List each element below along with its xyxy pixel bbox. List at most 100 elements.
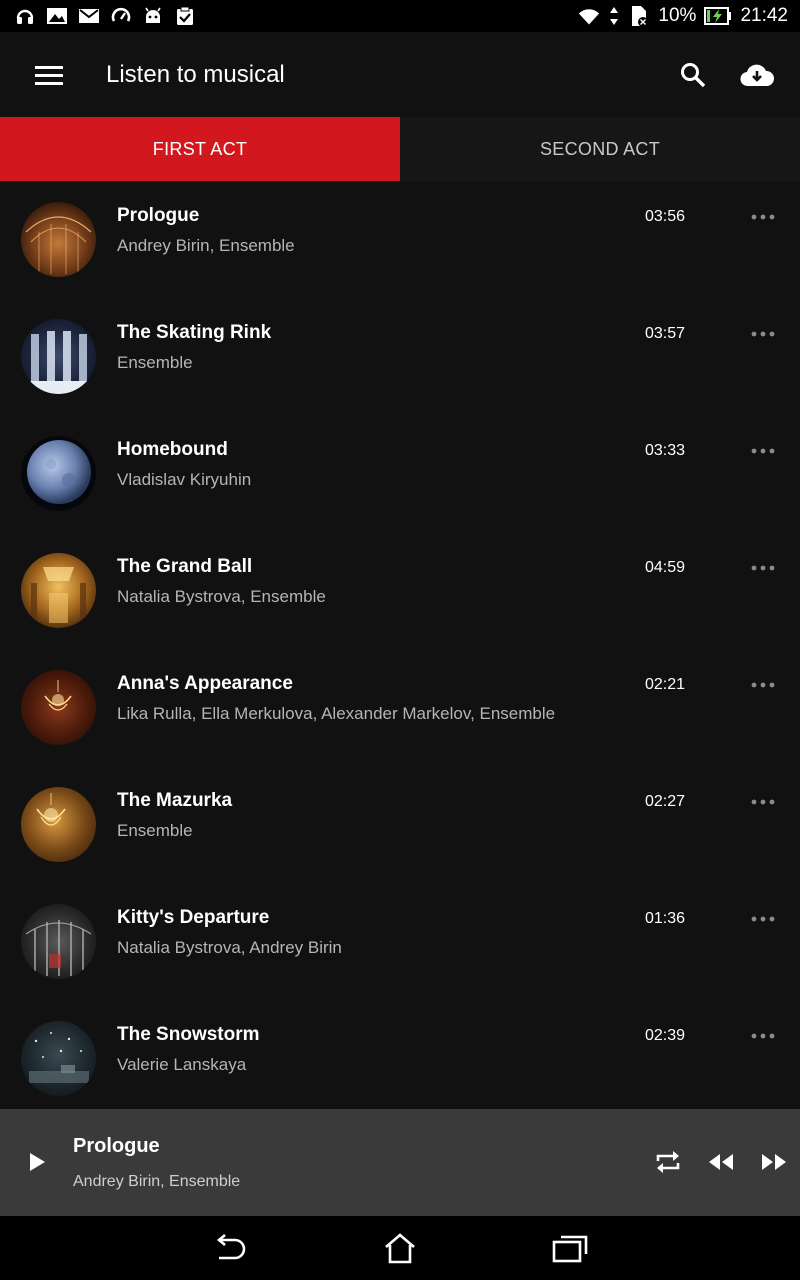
track-artist: Lika Rulla, Ella Merkulova, Alexander Ma…: [117, 704, 556, 723]
data-arrows-icon: [608, 5, 620, 27]
album-art: [21, 670, 96, 745]
more-horizontal-icon: [751, 214, 775, 220]
repeat-button[interactable]: [652, 1147, 684, 1177]
track-artist: Andrey Birin, Ensemble: [117, 236, 295, 255]
album-art: [21, 319, 96, 394]
track-duration: 03:57: [645, 325, 686, 342]
more-horizontal-icon: [751, 682, 775, 688]
page-title: Listen to musical: [106, 61, 285, 88]
sim-off-icon: [628, 5, 650, 27]
notification-icons: [0, 5, 196, 27]
track-row[interactable]: The Skating Rink Ensemble 03:57: [0, 298, 800, 415]
download-button[interactable]: [736, 56, 778, 94]
recent-apps-button[interactable]: [548, 1228, 592, 1268]
track-row[interactable]: Prologue Andrey Birin, Ensemble 03:56: [0, 181, 800, 298]
home-icon: [385, 1233, 415, 1264]
fast-forward-icon: [762, 1154, 786, 1170]
rewind-button[interactable]: [705, 1147, 737, 1177]
back-button[interactable]: [208, 1228, 252, 1268]
track-duration: 02:39: [645, 1027, 686, 1044]
track-title: The Snowstorm: [117, 1024, 260, 1045]
more-horizontal-icon: [751, 799, 775, 805]
play-icon: [30, 1153, 45, 1171]
track-title: The Skating Rink: [117, 322, 272, 343]
image-icon: [46, 5, 68, 27]
more-options-button[interactable]: [748, 1028, 778, 1044]
track-duration: 01:36: [645, 910, 686, 927]
more-horizontal-icon: [751, 916, 775, 922]
fast-forward-button[interactable]: [758, 1147, 790, 1177]
now-playing-artist: Andrey Birin, Ensemble: [73, 1173, 241, 1190]
track-row[interactable]: Kitty's Departure Natalia Bystrova, Andr…: [0, 883, 800, 1000]
more-horizontal-icon: [751, 448, 775, 454]
menu-button[interactable]: [30, 58, 68, 92]
more-horizontal-icon: [751, 331, 775, 337]
system-nav-bar: [0, 1216, 800, 1280]
track-row[interactable]: Homebound Vladislav Kiryuhin 03:33: [0, 415, 800, 532]
track-duration: 03:56: [645, 208, 686, 225]
cloud-download-icon: [740, 64, 774, 87]
album-art: [21, 553, 96, 628]
more-options-button[interactable]: [748, 209, 778, 225]
track-row[interactable]: Anna's Appearance Lika Rulla, Ella Merku…: [0, 649, 800, 766]
more-options-button[interactable]: [748, 443, 778, 459]
more-horizontal-icon: [751, 1033, 775, 1039]
track-list: Prologue Andrey Birin, Ensemble 03:56 Th…: [0, 181, 800, 1109]
search-icon: [681, 63, 706, 88]
wifi-icon: [578, 5, 600, 27]
track-row[interactable]: The Grand Ball Natalia Bystrova, Ensembl…: [0, 532, 800, 649]
battery-charging-icon: [704, 5, 732, 27]
more-horizontal-icon: [751, 565, 775, 571]
track-duration: 02:27: [645, 793, 686, 810]
battery-percent: 10%: [658, 5, 697, 26]
clock: 21:42: [740, 5, 788, 26]
track-title: Homebound: [117, 439, 228, 460]
headset-icon: [14, 5, 36, 27]
track-title: Anna's Appearance: [117, 673, 293, 694]
more-options-button[interactable]: [748, 326, 778, 342]
track-artist: Valerie Lanskaya: [117, 1055, 247, 1074]
track-artist: Natalia Bystrova, Andrey Birin: [117, 938, 342, 957]
track-title: Kitty's Departure: [117, 907, 270, 928]
album-art: [21, 787, 96, 862]
home-button[interactable]: [378, 1228, 422, 1268]
track-duration: 04:59: [645, 559, 686, 576]
speed-icon: [110, 5, 132, 27]
more-options-button[interactable]: [748, 677, 778, 693]
more-options-button[interactable]: [748, 560, 778, 576]
track-artist: Vladislav Kiryuhin: [117, 470, 252, 489]
clipboard-check-icon: [174, 5, 196, 27]
tab-second-act[interactable]: SECOND ACT: [400, 117, 800, 181]
track-row[interactable]: The Mazurka Ensemble 02:27: [0, 766, 800, 883]
more-options-button[interactable]: [748, 794, 778, 810]
back-icon: [216, 1234, 246, 1260]
mail-icon: [78, 5, 100, 27]
menu-icon: [35, 66, 63, 85]
now-playing-title: Prologue: [73, 1135, 160, 1157]
track-title: Prologue: [117, 205, 200, 226]
track-title: The Grand Ball: [117, 556, 253, 577]
repeat-icon: [656, 1151, 680, 1173]
track-title: The Mazurka: [117, 790, 233, 811]
track-row[interactable]: The Snowstorm Valerie Lanskaya 02:39: [0, 1000, 800, 1109]
album-art: [21, 436, 96, 511]
track-duration: 02:21: [645, 676, 686, 693]
recent-apps-icon: [552, 1235, 588, 1263]
act-tabs: FIRST ACT SECOND ACT: [0, 117, 800, 181]
rewind-icon: [709, 1154, 733, 1170]
play-button[interactable]: [22, 1147, 52, 1177]
track-artist: Natalia Bystrova, Ensemble: [117, 587, 326, 606]
more-options-button[interactable]: [748, 911, 778, 927]
album-art: [21, 1021, 96, 1096]
system-indicators: 10% 21:42: [578, 5, 800, 27]
album-art: [21, 202, 96, 277]
status-bar: 10% 21:42: [0, 0, 800, 32]
track-duration: 03:33: [645, 442, 686, 459]
album-art: [21, 904, 96, 979]
search-button[interactable]: [676, 58, 710, 92]
now-playing-bar[interactable]: Prologue Andrey Birin, Ensemble: [0, 1109, 800, 1216]
track-artist: Ensemble: [117, 353, 193, 372]
tab-first-act[interactable]: FIRST ACT: [0, 117, 400, 181]
track-artist: Ensemble: [117, 821, 193, 840]
android-icon: [142, 5, 164, 27]
